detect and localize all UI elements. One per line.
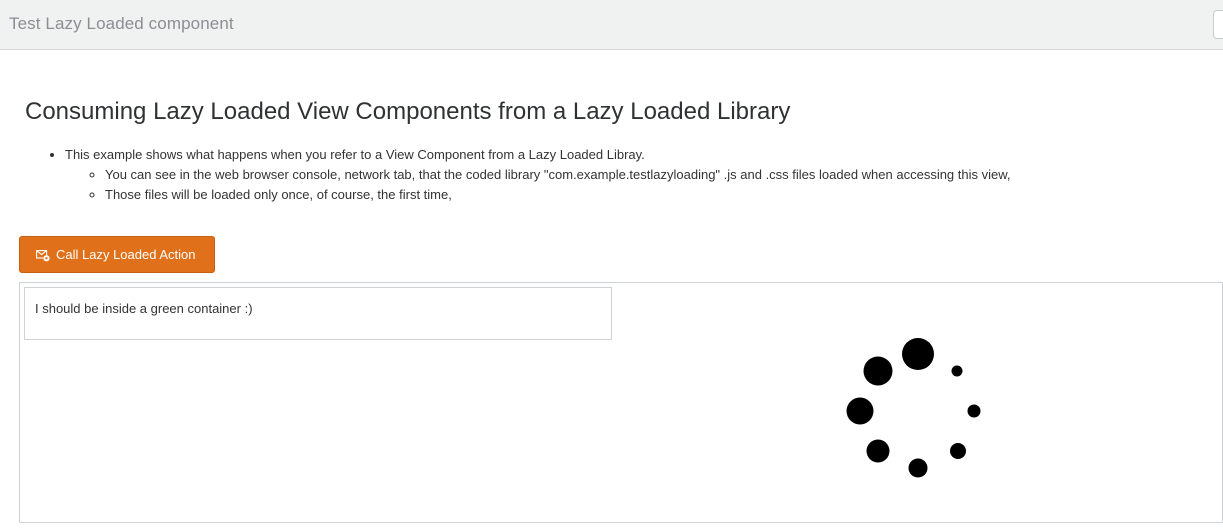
action-button-label: Call Lazy Loaded Action [56, 247, 196, 262]
sub-list-item: You can see in the web browser console, … [105, 165, 1011, 185]
spinner-dot [950, 443, 966, 459]
spinner-dot [908, 458, 928, 478]
header-action-button[interactable] [1213, 10, 1223, 39]
loading-spinner-icon [846, 338, 981, 478]
sub-list: You can see in the web browser console, … [65, 165, 1011, 205]
info-list: This example shows what happens when you… [25, 145, 1011, 205]
list-item: This example shows what happens when you… [65, 145, 1011, 205]
app-title: Test Lazy Loaded component [9, 14, 234, 33]
top-bar: Test Lazy Loaded component [0, 0, 1223, 50]
lazy-view-panel: I should be inside a green container :) [19, 282, 1223, 523]
container-text: I should be inside a green container :) [35, 301, 253, 316]
spinner-dot [902, 338, 934, 370]
sub-list-item: Those files will be loaded only once, of… [105, 185, 1011, 205]
spinner-dot [863, 356, 893, 386]
call-lazy-loaded-action-button[interactable]: Call Lazy Loaded Action [19, 236, 215, 273]
page-title: Consuming Lazy Loaded View Components fr… [25, 98, 791, 125]
envelope-gear-icon [36, 249, 50, 261]
spinner-dot [846, 397, 874, 425]
spinner-dot [951, 365, 963, 377]
spinner-dot [967, 404, 981, 418]
green-container: I should be inside a green container :) [24, 287, 612, 340]
spinner-dot [866, 439, 890, 463]
list-item-text: This example shows what happens when you… [65, 147, 645, 162]
